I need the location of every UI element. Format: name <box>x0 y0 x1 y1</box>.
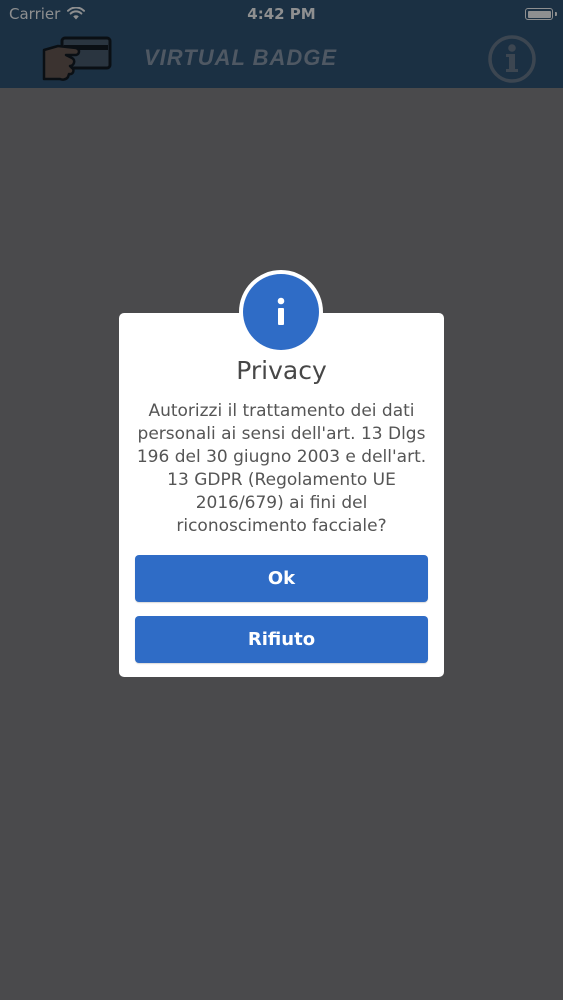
ok-button[interactable]: Ok <box>135 555 428 602</box>
badge-card-hand-icon <box>42 36 112 81</box>
status-bar: Carrier 4:42 PM <box>0 0 563 30</box>
battery-fill <box>527 10 551 18</box>
info-glyph-icon <box>277 297 285 325</box>
status-time: 4:42 PM <box>247 5 316 23</box>
nav-bar: VIRTUAL BADGE <box>0 30 563 88</box>
info-icon <box>243 274 319 350</box>
dialog-title: Privacy <box>236 356 327 385</box>
battery-tip <box>555 12 557 16</box>
app-title: VIRTUAL BADGE <box>144 45 338 70</box>
dialog-info-badge <box>239 270 323 354</box>
top-bar: Carrier 4:42 PM VIRTUAL BADGE <box>0 0 563 88</box>
dialog-message: Autorizzi il trattamento dei dati person… <box>136 401 427 536</box>
privacy-dialog: Privacy Autorizzi il trattamento dei dat… <box>119 313 444 677</box>
battery-icon <box>525 8 557 20</box>
reject-button[interactable]: Rifiuto <box>135 616 428 663</box>
info-circle-icon[interactable] <box>487 34 537 84</box>
